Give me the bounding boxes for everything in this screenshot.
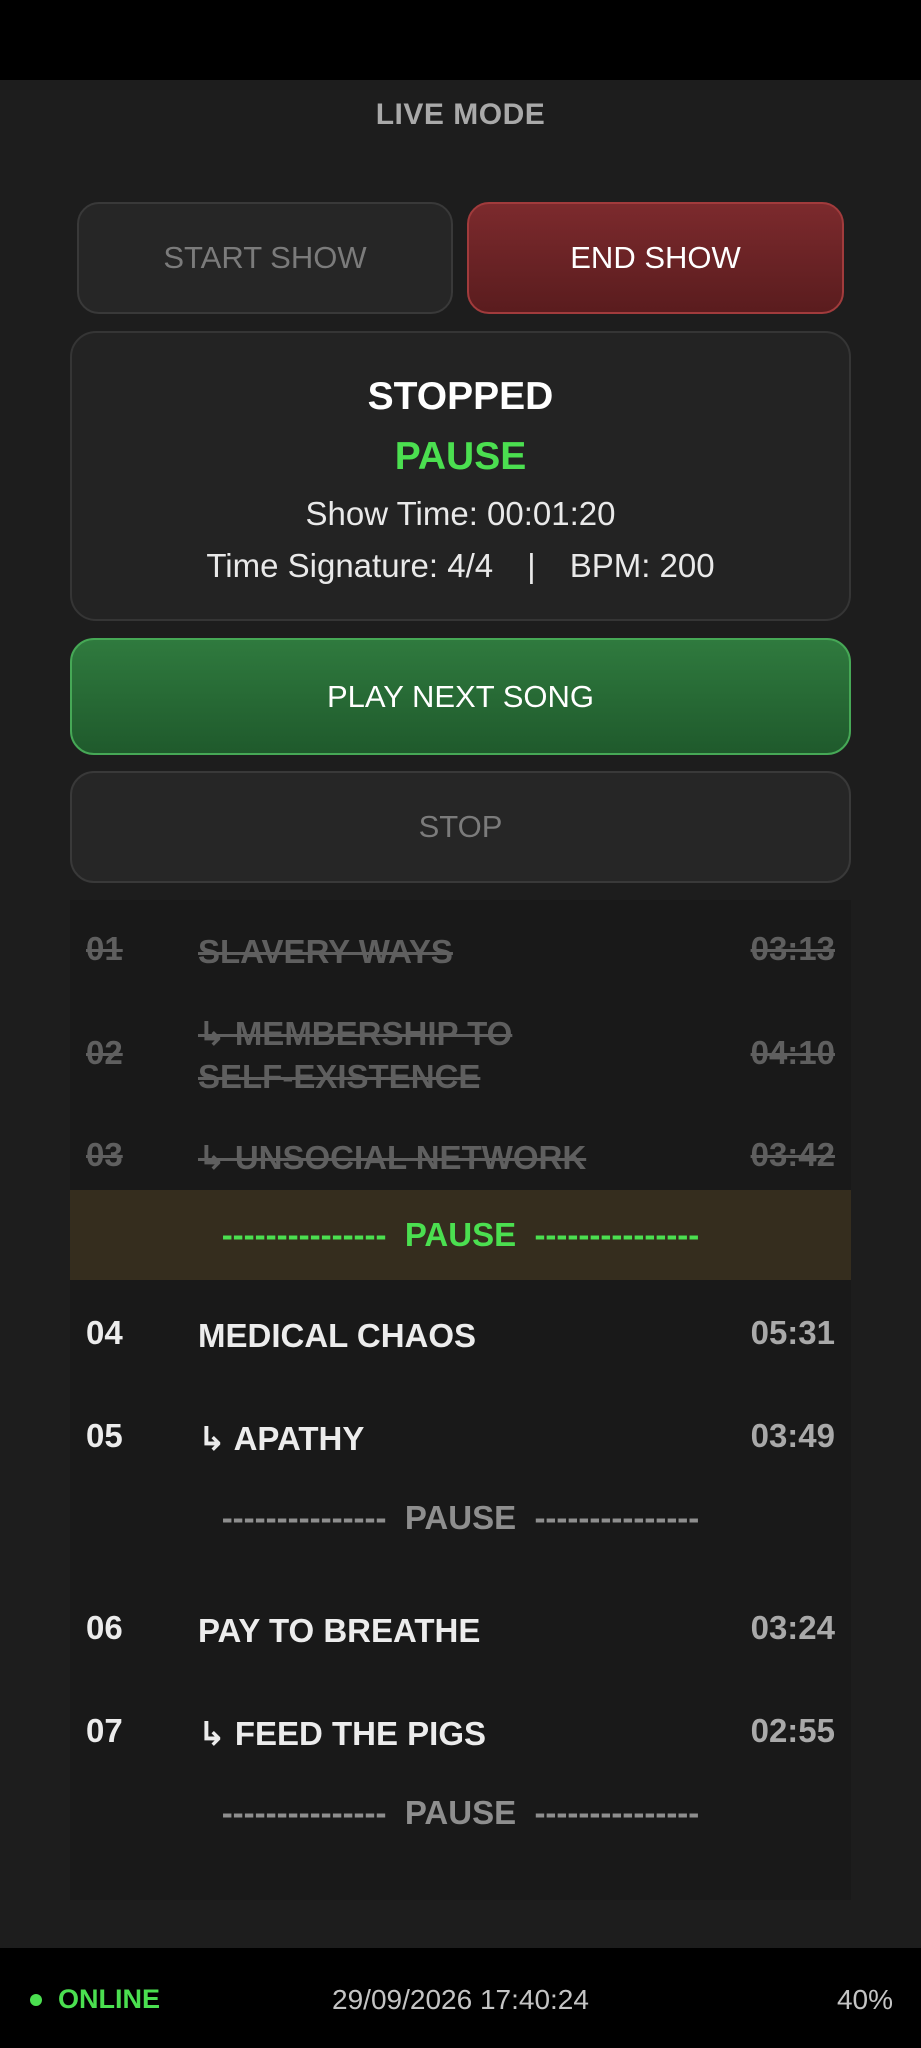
show-status-card: STOPPED PAUSE Show Time: 00:01:20 Time S…	[70, 331, 851, 621]
song-number: 02	[86, 1034, 123, 1071]
setlist-row[interactable]: 04 MEDICAL CHAOS 05:31	[70, 1314, 851, 1364]
song-number: 03	[86, 1136, 123, 1173]
live-mode-screen: LIVE MODE START SHOW END SHOW STOPPED PA…	[0, 80, 921, 1948]
play-next-song-button[interactable]: PLAY NEXT SONG	[70, 638, 851, 755]
song-title: ↳ APATHY	[198, 1420, 365, 1457]
end-show-button[interactable]: END SHOW	[467, 202, 844, 314]
song-title: ↳ UNSOCIAL NETWORK	[198, 1139, 587, 1176]
stop-button[interactable]: STOP	[70, 771, 851, 883]
setlist-row[interactable]: 06 PAY TO BREATHE 03:24	[70, 1609, 851, 1659]
tempo-info: Time Signature: 4/4 | BPM: 200	[72, 547, 849, 585]
pause-marker[interactable]: --------------- PAUSE ---------------	[70, 1788, 851, 1838]
song-number: 07	[86, 1712, 123, 1749]
song-duration: 05:31	[750, 1314, 835, 1351]
song-duration: 03:42	[750, 1136, 835, 1173]
song-title-line2: SELF-EXISTENCE	[198, 1058, 481, 1095]
playback-state: STOPPED	[367, 375, 554, 418]
setlist-row[interactable]: 07 ↳ FEED THE PIGS 02:55	[70, 1712, 851, 1762]
song-duration: 03:49	[750, 1417, 835, 1454]
song-title: MEDICAL CHAOS	[198, 1317, 477, 1354]
system-status-bar	[0, 0, 921, 80]
song-title: ↳ FEED THE PIGS	[198, 1715, 487, 1752]
pause-marker[interactable]: --------------- PAUSE ---------------	[70, 1493, 851, 1543]
pause-marker-current[interactable]: --------------- PAUSE ---------------	[70, 1190, 851, 1280]
start-show-button[interactable]: START SHOW	[77, 202, 453, 314]
battery-level: 40%	[836, 1984, 893, 2015]
song-title: SLAVERY WAYS	[198, 933, 453, 970]
setlist-row[interactable]: 03 ↳ UNSOCIAL NETWORK 03:42	[70, 1136, 851, 1186]
song-duration: 02:55	[750, 1712, 835, 1749]
datetime: 29/09/2026 17:40:24	[332, 1984, 589, 2015]
song-number: 06	[86, 1609, 123, 1646]
time-signature: Time Signature: 4/4	[206, 547, 494, 584]
current-mode: PAUSE	[394, 435, 527, 478]
song-title: ↳ MEMBERSHIP TO	[198, 1015, 513, 1052]
song-duration: 04:10	[750, 1034, 835, 1071]
setlist-row[interactable]: 01 SLAVERY WAYS 03:13	[70, 930, 851, 980]
bpm: BPM: 200	[569, 547, 715, 584]
song-number: 01	[86, 930, 123, 967]
setlist-row[interactable]: 05 ↳ APATHY 03:49	[70, 1417, 851, 1467]
footer-status-bar: ONLINE 29/09/2026 17:40:24 40%	[0, 1948, 921, 2048]
setlist-row[interactable]: 02 ↳ MEMBERSHIP TO SELF-EXISTENCE 04:10	[70, 1012, 851, 1102]
setlist: 01 SLAVERY WAYS 03:13 02 ↳ MEMBERSHIP TO…	[70, 900, 851, 1900]
song-title: PAY TO BREATHE	[198, 1612, 481, 1649]
page-title: LIVE MODE	[375, 98, 546, 131]
separator: |	[527, 547, 536, 584]
song-number: 04	[86, 1314, 123, 1351]
song-number: 05	[86, 1417, 123, 1454]
show-time: Show Time: 00:01:20	[305, 495, 616, 532]
song-duration: 03:13	[750, 930, 835, 967]
song-duration: 03:24	[750, 1609, 835, 1646]
